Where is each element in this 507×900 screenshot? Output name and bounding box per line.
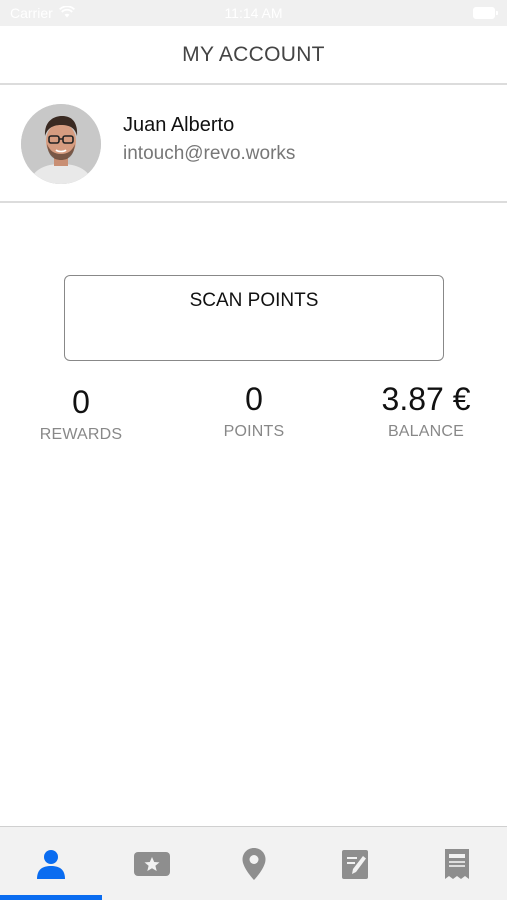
tab-receipts[interactable] [406, 827, 507, 900]
page-title: MY ACCOUNT [182, 42, 325, 66]
tab-locations[interactable] [203, 827, 304, 900]
points-value: 0 [245, 381, 263, 417]
receipt-icon [444, 849, 469, 879]
tab-account[interactable] [0, 827, 101, 900]
avatar-photo [21, 104, 101, 184]
profile-name: Juan Alberto [123, 114, 235, 136]
rewards-label: REWARDS [39, 426, 123, 443]
tab-rewards[interactable] [101, 827, 202, 900]
note-edit-icon [341, 850, 368, 879]
account-screen: Carrier 11:14 AM MY ACCOUNT Juan Alberto… [0, 0, 507, 900]
nav-bar: MY ACCOUNT [0, 26, 507, 85]
profile-email: intouch@revo.works [123, 143, 296, 164]
map-pin-icon [242, 848, 265, 880]
profile-card: Juan Alberto intouch@revo.works [0, 87, 507, 203]
clock: 11:14 AM [224, 5, 283, 21]
points-label: POINTS [223, 423, 285, 440]
avatar [21, 104, 101, 184]
star-ticket-icon [133, 852, 170, 876]
battery-icon [473, 7, 498, 19]
balance-stat: 3.87 € BALANCE [341, 383, 507, 441]
balance-value: 3.87 € [381, 381, 471, 417]
person-icon [36, 850, 65, 879]
tab-bar [0, 826, 507, 900]
rewards-value: 0 [72, 384, 90, 420]
rewards-stat: 0 REWARDS [0, 386, 166, 444]
active-tab-indicator [0, 895, 102, 900]
status-bar: Carrier 11:14 AM [0, 0, 507, 26]
tab-notes[interactable] [304, 827, 405, 900]
points-stat: 0 POINTS [169, 383, 339, 441]
scan-points-button[interactable]: SCAN POINTS [64, 275, 444, 361]
balance-label: BALANCE [387, 423, 465, 440]
